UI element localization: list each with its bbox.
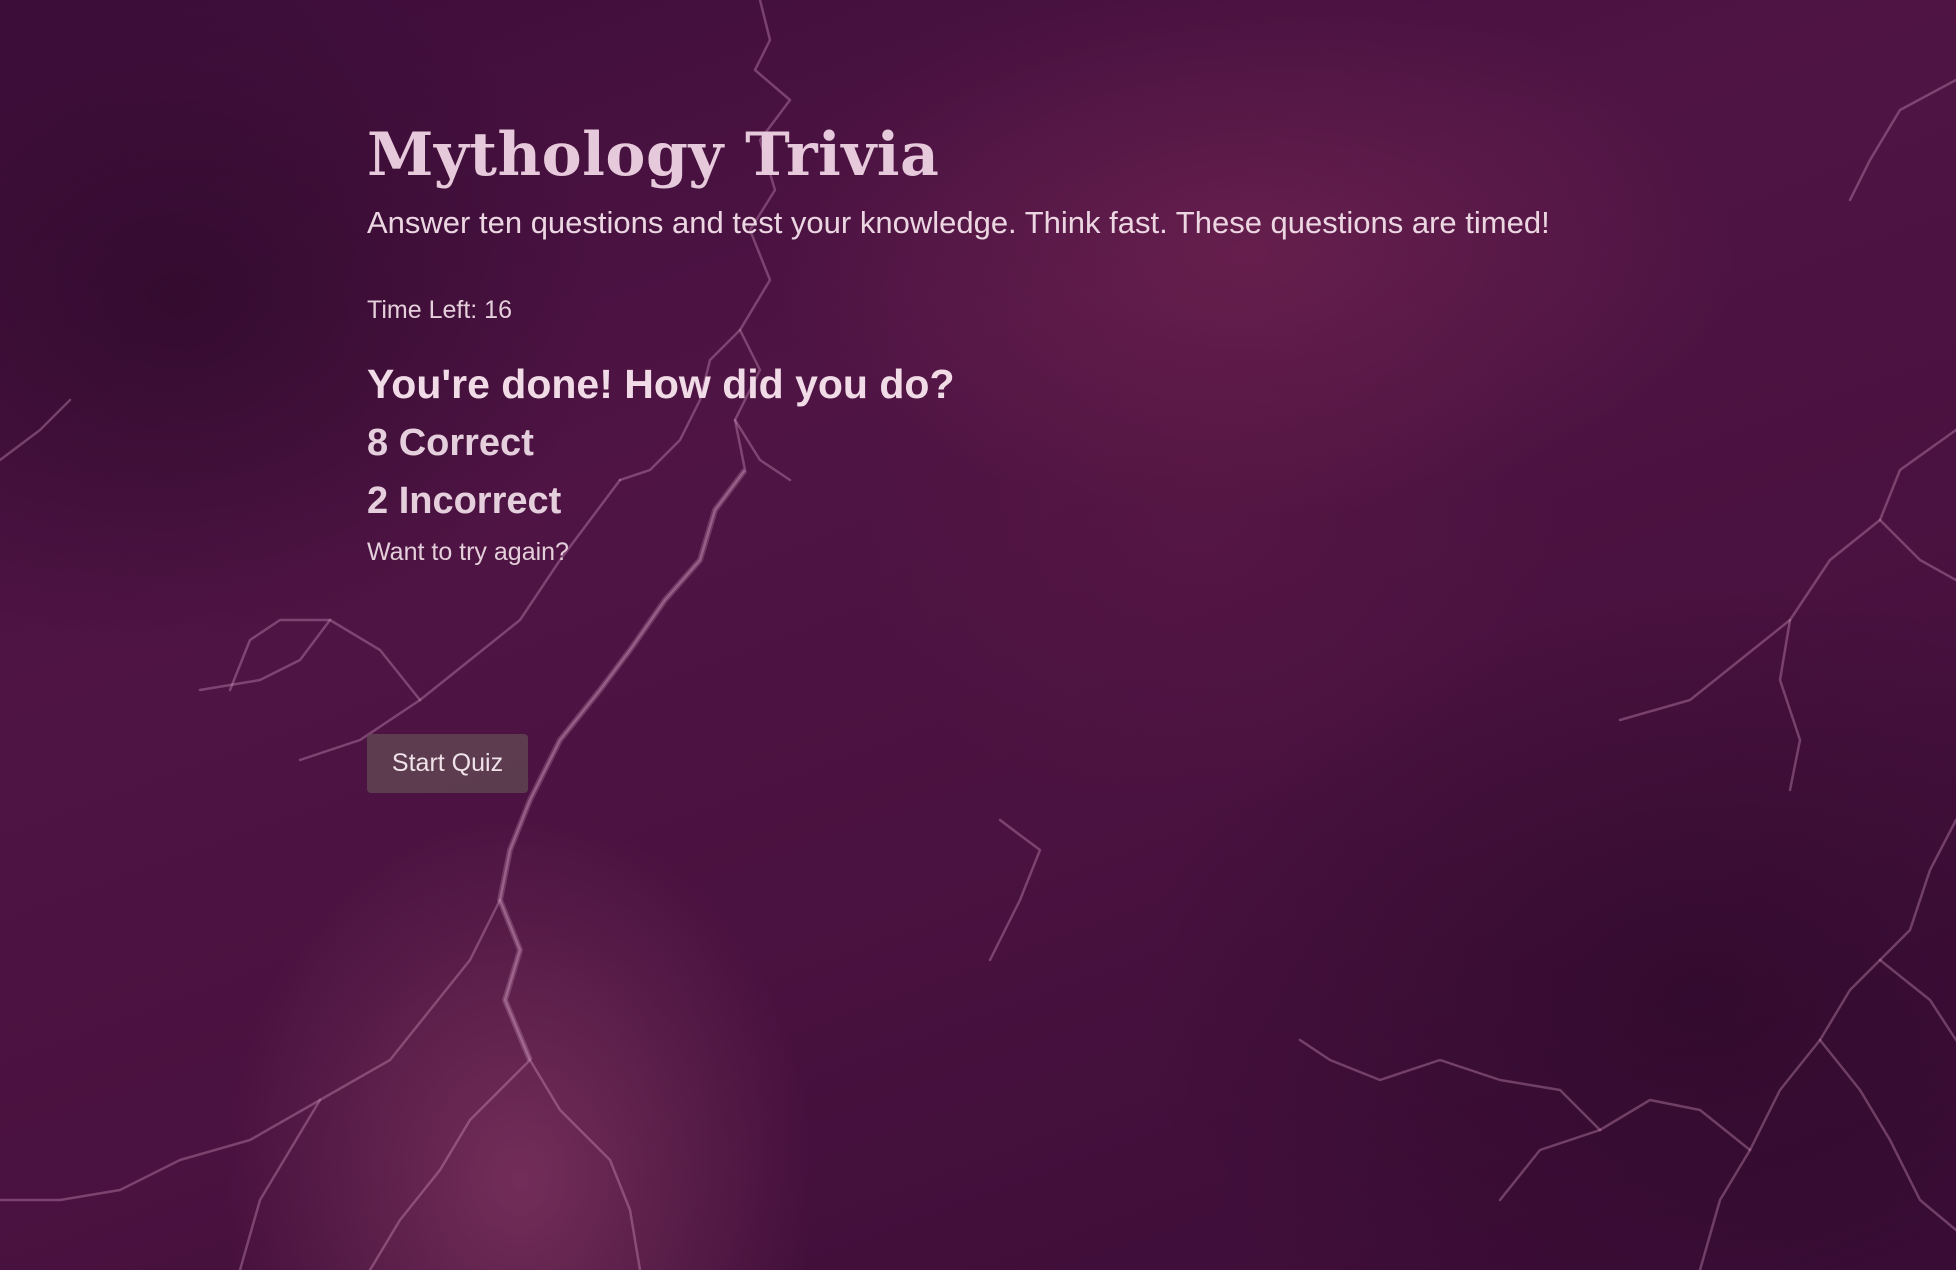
timer-display: Time Left: 16: [367, 296, 512, 324]
quiz-container: Mythology Trivia Answer ten questions an…: [367, 110, 1597, 568]
try-again-prompt: Want to try again?: [367, 538, 569, 566]
page-title: Mythology Trivia: [367, 120, 940, 190]
result-heading: You're done! How did you do?: [367, 361, 955, 407]
page-subtitle: Answer ten questions and test your knowl…: [367, 205, 1550, 240]
correct-count: 8 Correct: [367, 422, 534, 464]
start-quiz-button[interactable]: Start Quiz: [367, 734, 528, 793]
incorrect-count: 2 Incorrect: [367, 480, 562, 522]
